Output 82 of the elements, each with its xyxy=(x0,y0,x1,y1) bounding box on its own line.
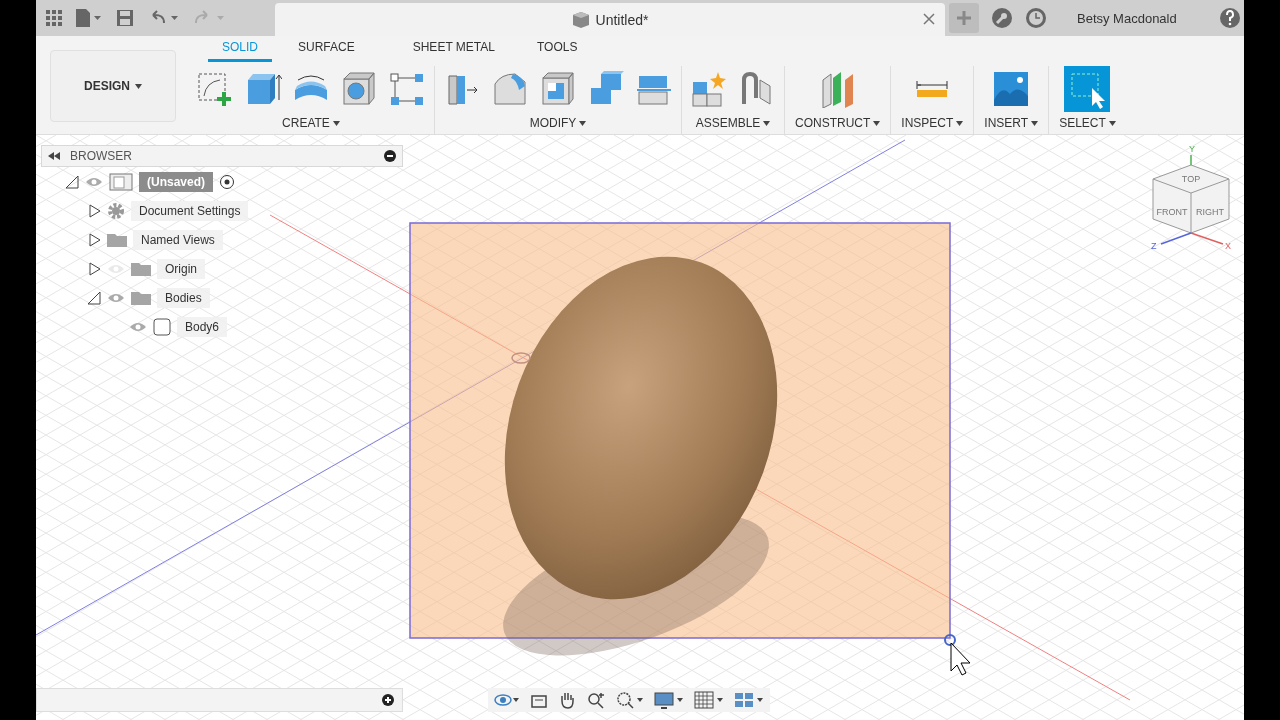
user-name[interactable]: Betsy Macdonald xyxy=(1077,10,1177,26)
file-icon[interactable] xyxy=(76,9,102,27)
workspace-dropdown[interactable]: DESIGN xyxy=(50,50,176,122)
orbit-icon[interactable] xyxy=(494,691,520,709)
group-menu[interactable]: ASSEMBLE xyxy=(693,112,773,134)
expanded-triangle-icon[interactable] xyxy=(65,174,79,189)
caret-icon xyxy=(956,120,964,126)
add-icon[interactable] xyxy=(382,694,394,706)
caret-icon xyxy=(1108,120,1116,126)
view-cube-drawing[interactable] xyxy=(1152,154,1230,245)
caret-icon xyxy=(873,120,881,126)
tree-item[interactable]: Body6 xyxy=(177,316,228,337)
cube-face-label[interactable]: TOP xyxy=(1181,174,1201,184)
image-icon[interactable] xyxy=(992,70,1031,108)
gear-icon xyxy=(107,201,125,220)
collapse-icon[interactable] xyxy=(48,152,60,160)
folder-icon xyxy=(131,261,151,276)
egg-body[interactable] xyxy=(505,256,777,600)
ribbon-tab[interactable]: TOOLS xyxy=(522,36,592,62)
tree-item[interactable]: Document Settings xyxy=(131,200,249,221)
group-menu[interactable]: MODIFY xyxy=(527,112,589,134)
tree-item[interactable]: Origin xyxy=(157,258,205,279)
group-menu[interactable]: INSPECT xyxy=(899,112,966,134)
collapsed-triangle-icon[interactable] xyxy=(87,261,101,276)
close-button[interactable] xyxy=(921,11,937,27)
group-menu[interactable]: SELECT xyxy=(1057,112,1118,134)
document-title: Untitled* xyxy=(595,11,649,28)
radio-target-icon[interactable] xyxy=(219,173,235,190)
apps-grid-icon[interactable] xyxy=(46,10,62,26)
help-button[interactable] xyxy=(1218,7,1241,29)
component-icon xyxy=(109,172,133,191)
plus-icon xyxy=(956,10,972,26)
browser-title: BROWSER xyxy=(70,149,133,163)
eye-icon[interactable] xyxy=(107,291,125,304)
squares-icon[interactable] xyxy=(388,70,426,108)
cube-face-label[interactable]: FRONT xyxy=(1156,207,1188,217)
tree-item[interactable]: Named Views xyxy=(133,229,223,250)
ribbon-tab[interactable]: SHEET METAL xyxy=(398,36,509,62)
body-icon xyxy=(153,317,171,336)
group-menu[interactable]: CONSTRUCT xyxy=(793,112,883,134)
collapsed-triangle-icon[interactable] xyxy=(87,232,101,247)
new-tab-button[interactable] xyxy=(949,3,979,33)
viewports-icon[interactable] xyxy=(734,691,764,709)
eye-icon[interactable] xyxy=(129,320,147,333)
caret-icon xyxy=(579,120,587,126)
group-menu[interactable]: CREATE xyxy=(280,112,342,134)
sketch-plus-icon[interactable] xyxy=(196,70,234,108)
select-cursor-icon[interactable] xyxy=(1064,66,1111,112)
caret-icon xyxy=(135,83,142,89)
rounded-corner-icon[interactable] xyxy=(491,70,529,108)
folder-icon xyxy=(131,290,151,305)
zoom-window-icon[interactable] xyxy=(616,691,644,709)
axis-label: X xyxy=(1225,241,1231,251)
grid-icon[interactable] xyxy=(694,691,724,709)
save-icon[interactable] xyxy=(116,9,134,27)
collapsed-triangle-icon[interactable] xyxy=(87,203,101,218)
caret-icon xyxy=(1031,120,1039,126)
folder-icon xyxy=(107,232,127,247)
cube-icon xyxy=(571,10,590,29)
axis-label: Z xyxy=(1151,241,1157,251)
cube-hole-icon[interactable] xyxy=(340,70,378,108)
caret-icon xyxy=(763,120,771,126)
axis-label: Y xyxy=(1189,144,1195,154)
group-menu[interactable]: INSERT xyxy=(982,112,1041,134)
eye-icon[interactable] xyxy=(85,175,103,188)
pan-hand-icon[interactable] xyxy=(558,691,576,709)
minimize-icon[interactable] xyxy=(384,150,396,162)
display-icon[interactable] xyxy=(654,691,684,709)
hollow-cube-icon[interactable] xyxy=(539,70,577,108)
caret-icon xyxy=(332,120,340,126)
tree-item[interactable]: Bodies xyxy=(157,287,210,308)
wrench-button[interactable] xyxy=(991,7,1013,29)
expanded-triangle-icon[interactable] xyxy=(87,290,101,305)
cubes-star-icon[interactable] xyxy=(690,70,728,108)
ribbon-tab[interactable]: SURFACE xyxy=(284,36,369,62)
point-marker xyxy=(511,352,531,364)
clock-button[interactable] xyxy=(1025,7,1047,29)
corner-handle[interactable] xyxy=(944,634,956,646)
cube-face-label[interactable]: RIGHT xyxy=(1196,207,1224,217)
mouse-cursor-icon xyxy=(950,642,971,676)
zoom-icon[interactable] xyxy=(586,691,606,709)
document-tab[interactable]: Untitled* xyxy=(275,3,945,36)
